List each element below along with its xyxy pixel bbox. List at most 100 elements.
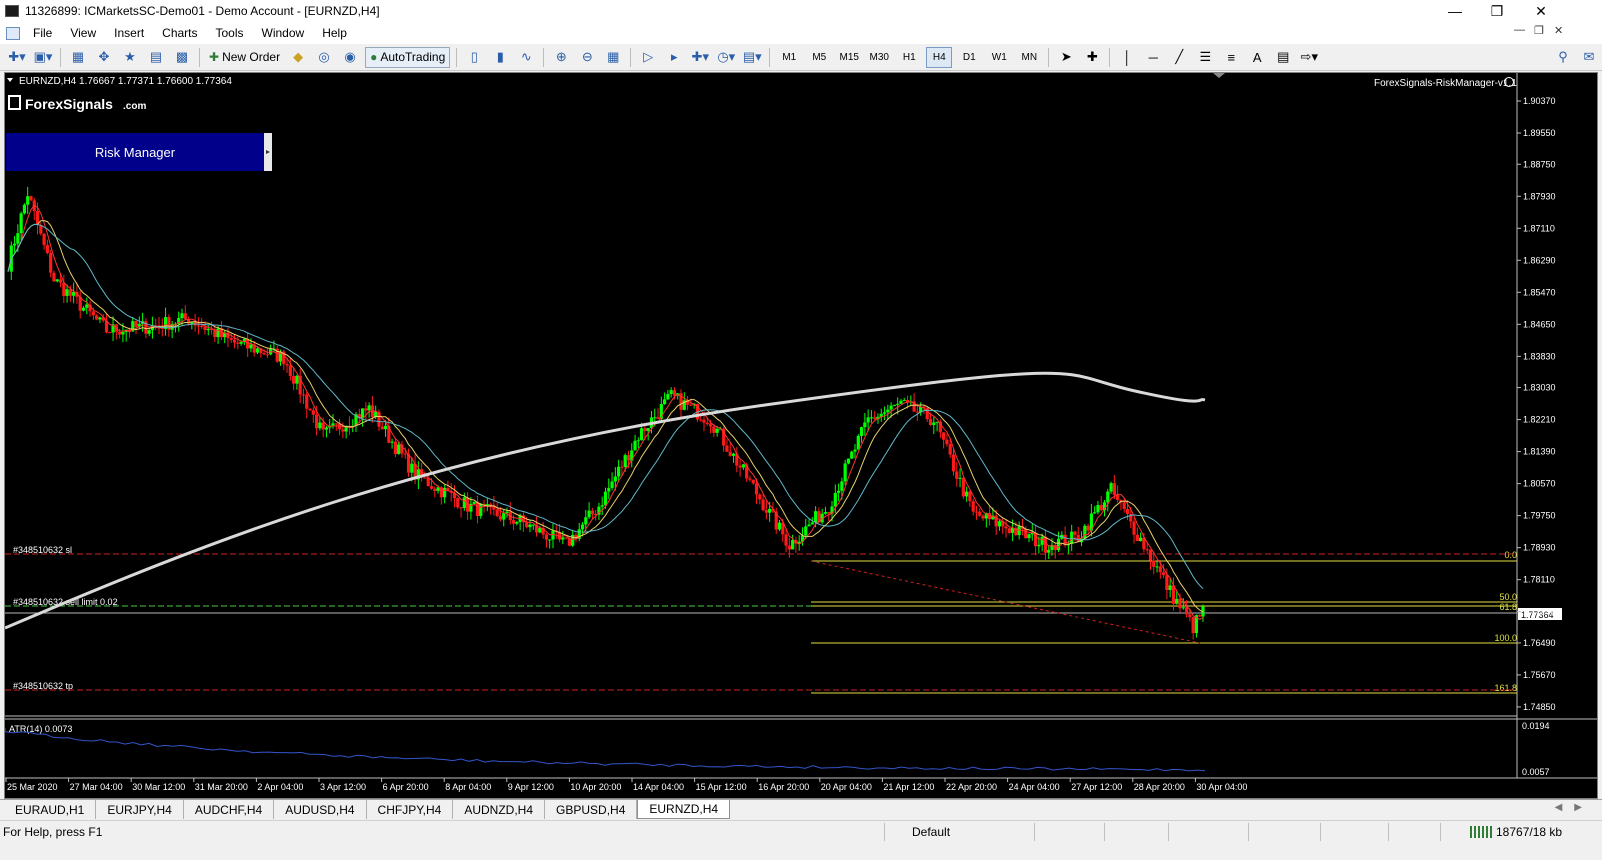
candle-body xyxy=(1086,525,1090,531)
candle-body xyxy=(613,476,617,482)
tab-audnzd-h4[interactable]: AUDNZD,H4 xyxy=(453,800,546,819)
menu-charts[interactable]: Charts xyxy=(153,26,206,40)
strategy-tester-icon[interactable]: ▩ xyxy=(171,47,193,68)
candle-body xyxy=(311,410,315,415)
candle-body xyxy=(656,417,660,419)
candle-body xyxy=(515,522,519,524)
navigator-icon[interactable]: ★ xyxy=(119,47,141,68)
search-icon[interactable]: ⚲ xyxy=(1552,47,1574,68)
fib-label-161: 161.8 xyxy=(1494,683,1517,693)
minimize-button[interactable]: — xyxy=(1432,0,1478,22)
vertical-line-icon[interactable]: │ xyxy=(1116,47,1138,68)
time-axis: 25 Mar 2020 27 Mar 04:00 30 Mar 12:00 31 Ma… xyxy=(5,778,1247,792)
chart-shift-icon[interactable]: ▸ xyxy=(663,47,685,68)
candle-body xyxy=(1004,526,1008,529)
tab-audchf-h4[interactable]: AUDCHF,H4 xyxy=(184,800,275,819)
candle-body xyxy=(295,375,299,384)
zoom-out-icon[interactable]: ⊖ xyxy=(576,47,598,68)
candle-body xyxy=(968,491,972,502)
menu-view[interactable]: View xyxy=(61,26,105,40)
mdi-minimize-button[interactable]: — xyxy=(1514,24,1525,36)
status-connection[interactable]: 18767/18 kb xyxy=(1470,825,1562,839)
periods-icon[interactable]: ◷▾ xyxy=(715,47,737,68)
timeframe-m30[interactable]: M30 xyxy=(866,47,892,68)
equidistant-channel-icon[interactable]: ☰ xyxy=(1194,47,1216,68)
trendline-icon[interactable]: ╱ xyxy=(1168,47,1190,68)
price-chart[interactable]: EURNZD,H4 1.76667 1.77371 1.76600 1.7736… xyxy=(5,73,1598,799)
chart-window[interactable]: EURNZD,H4 1.76667 1.77371 1.76600 1.7736… xyxy=(4,72,1598,799)
market-watch-icon[interactable]: ▦ xyxy=(67,47,89,68)
chat-icon[interactable]: ✉ xyxy=(1578,47,1600,68)
candle-body xyxy=(702,419,706,423)
horizontal-line-icon[interactable]: ─ xyxy=(1142,47,1164,68)
fibonacci-icon[interactable]: ≡ xyxy=(1220,47,1242,68)
text-icon[interactable]: A xyxy=(1246,47,1268,68)
text-label-icon[interactable]: ▤ xyxy=(1272,47,1294,68)
signals-icon[interactable]: ◎ xyxy=(313,47,335,68)
candle-body xyxy=(689,404,693,406)
market-icon[interactable]: ◉ xyxy=(339,47,361,68)
tab-eurjpy-h4[interactable]: EURJPY,H4 xyxy=(96,800,184,819)
zoom-in-icon[interactable]: ⊕ xyxy=(550,47,572,68)
candle-body xyxy=(810,522,814,525)
timeframe-m1[interactable]: M1 xyxy=(776,47,802,68)
menu-tools[interactable]: Tools xyxy=(207,26,253,40)
candle-body xyxy=(561,537,565,540)
mdi-restore-button[interactable]: ❐ xyxy=(1534,24,1544,37)
candle-body xyxy=(1175,598,1179,604)
line-chart-icon[interactable]: ∿ xyxy=(515,47,537,68)
status-profile[interactable]: Default xyxy=(912,825,950,839)
crosshair-icon[interactable]: ✚ xyxy=(1081,47,1103,68)
new-order-button[interactable]: ✚ New Order xyxy=(206,47,283,68)
profiles-icon[interactable]: ▣▾ xyxy=(32,47,54,68)
candle-body xyxy=(928,419,933,425)
tab-scroll-arrows-icon[interactable]: ◀▶ xyxy=(1555,802,1594,813)
candle-body xyxy=(206,328,210,331)
new-chart-icon[interactable]: ✚▾ xyxy=(6,47,28,68)
arrows-icon[interactable]: ⇨▾ xyxy=(1298,47,1320,68)
templates-icon[interactable]: ▤▾ xyxy=(741,47,763,68)
timeframe-d1[interactable]: D1 xyxy=(956,47,982,68)
mdi-close-button[interactable]: ✕ xyxy=(1554,24,1563,37)
document-icon[interactable] xyxy=(6,26,20,40)
candle-body xyxy=(1073,531,1077,535)
timeframe-w1[interactable]: W1 xyxy=(986,47,1012,68)
terminal-icon[interactable]: ▤ xyxy=(145,47,167,68)
tab-chfjpy-h4[interactable]: CHFJPY,H4 xyxy=(367,800,454,819)
price-label: 1.90370 xyxy=(1523,96,1556,106)
menu-help[interactable]: Help xyxy=(313,26,356,40)
candle-body xyxy=(68,289,72,296)
menu-window[interactable]: Window xyxy=(253,26,314,40)
menu-file[interactable]: File xyxy=(24,26,61,40)
timeframe-m15[interactable]: M15 xyxy=(836,47,862,68)
timeframe-m5[interactable]: M5 xyxy=(806,47,832,68)
candle-body xyxy=(531,524,535,526)
close-button[interactable]: ✕ xyxy=(1518,0,1564,22)
timeframe-h1[interactable]: H1 xyxy=(896,47,922,68)
tab-audusd-h4[interactable]: AUDUSD,H4 xyxy=(274,800,367,819)
timeframe-mn[interactable]: MN xyxy=(1016,47,1042,68)
menu-insert[interactable]: Insert xyxy=(105,26,153,40)
candlestick-icon[interactable]: ▮ xyxy=(489,47,511,68)
data-window-icon[interactable]: ✥ xyxy=(93,47,115,68)
cursor-icon[interactable]: ➤ xyxy=(1055,47,1077,68)
tile-windows-icon[interactable]: ▦ xyxy=(602,47,624,68)
candle-body xyxy=(305,394,309,409)
candle-body xyxy=(672,390,677,396)
metaeditor-icon[interactable]: ◆ xyxy=(287,47,309,68)
tab-euraud-h1[interactable]: EURAUD,H1 xyxy=(4,800,97,819)
autotrading-button[interactable]: ● AutoTrading xyxy=(365,46,451,68)
candle-body xyxy=(1027,534,1031,539)
indicators-icon[interactable]: ✚▾ xyxy=(689,47,711,68)
timeframe-h4[interactable]: H4 xyxy=(926,46,953,68)
tab-eurnzd-h4[interactable]: EURNZD,H4 xyxy=(637,800,731,819)
time-label: 16 Apr 20:00 xyxy=(758,782,809,792)
tab-gbpusd-h4[interactable]: GBPUSD,H4 xyxy=(545,800,638,819)
status-help-text: For Help, press F1 xyxy=(3,825,103,839)
app-icon xyxy=(5,5,19,17)
bar-chart-icon[interactable]: ▯ xyxy=(463,47,485,68)
candle-body xyxy=(741,464,745,468)
auto-scroll-icon[interactable]: ▷ xyxy=(637,47,659,68)
time-label: 14 Apr 04:00 xyxy=(633,782,684,792)
restore-button[interactable]: ❐ xyxy=(1474,0,1520,22)
